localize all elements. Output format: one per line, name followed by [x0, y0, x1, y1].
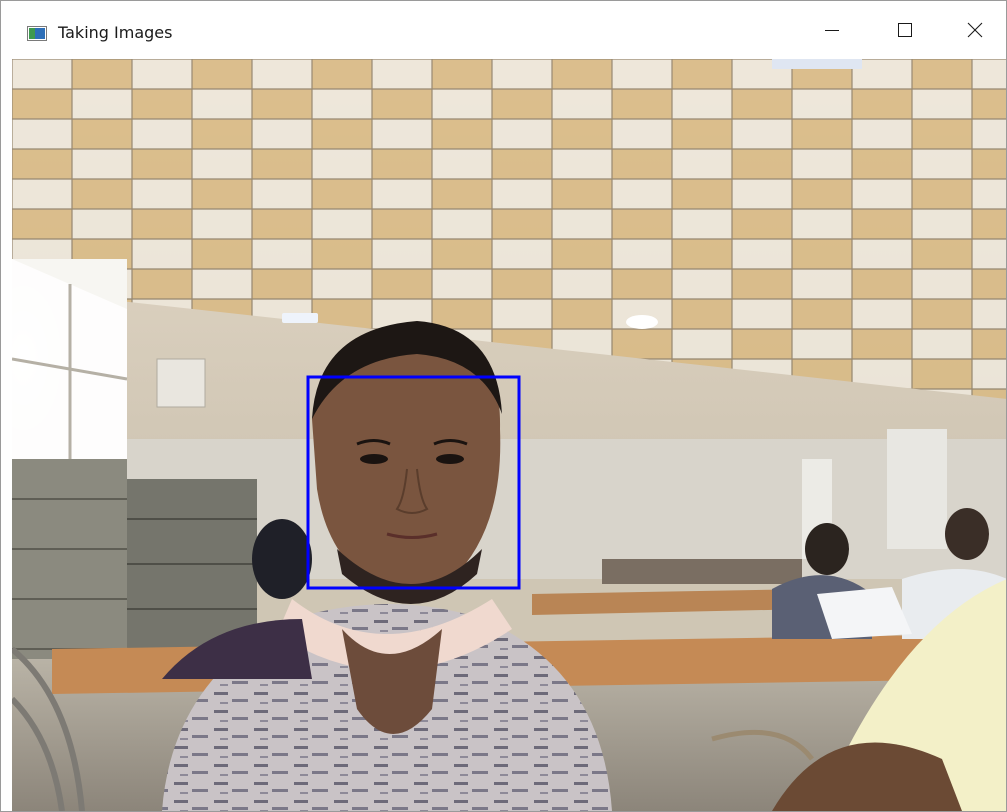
maximize-button[interactable] [871, 1, 939, 58]
title-bar[interactable]: Taking Images [1, 1, 1006, 58]
camera-frame-image [12, 59, 1006, 811]
close-icon [967, 22, 983, 38]
minimize-button[interactable] [798, 1, 866, 58]
app-window: Taking Images [0, 0, 1007, 812]
window-title: Taking Images [58, 23, 173, 42]
opencv-window-icon [27, 26, 47, 41]
minimize-icon [824, 22, 840, 38]
maximize-icon [897, 22, 913, 38]
camera-feed [12, 59, 1006, 811]
close-button[interactable] [941, 1, 1006, 58]
